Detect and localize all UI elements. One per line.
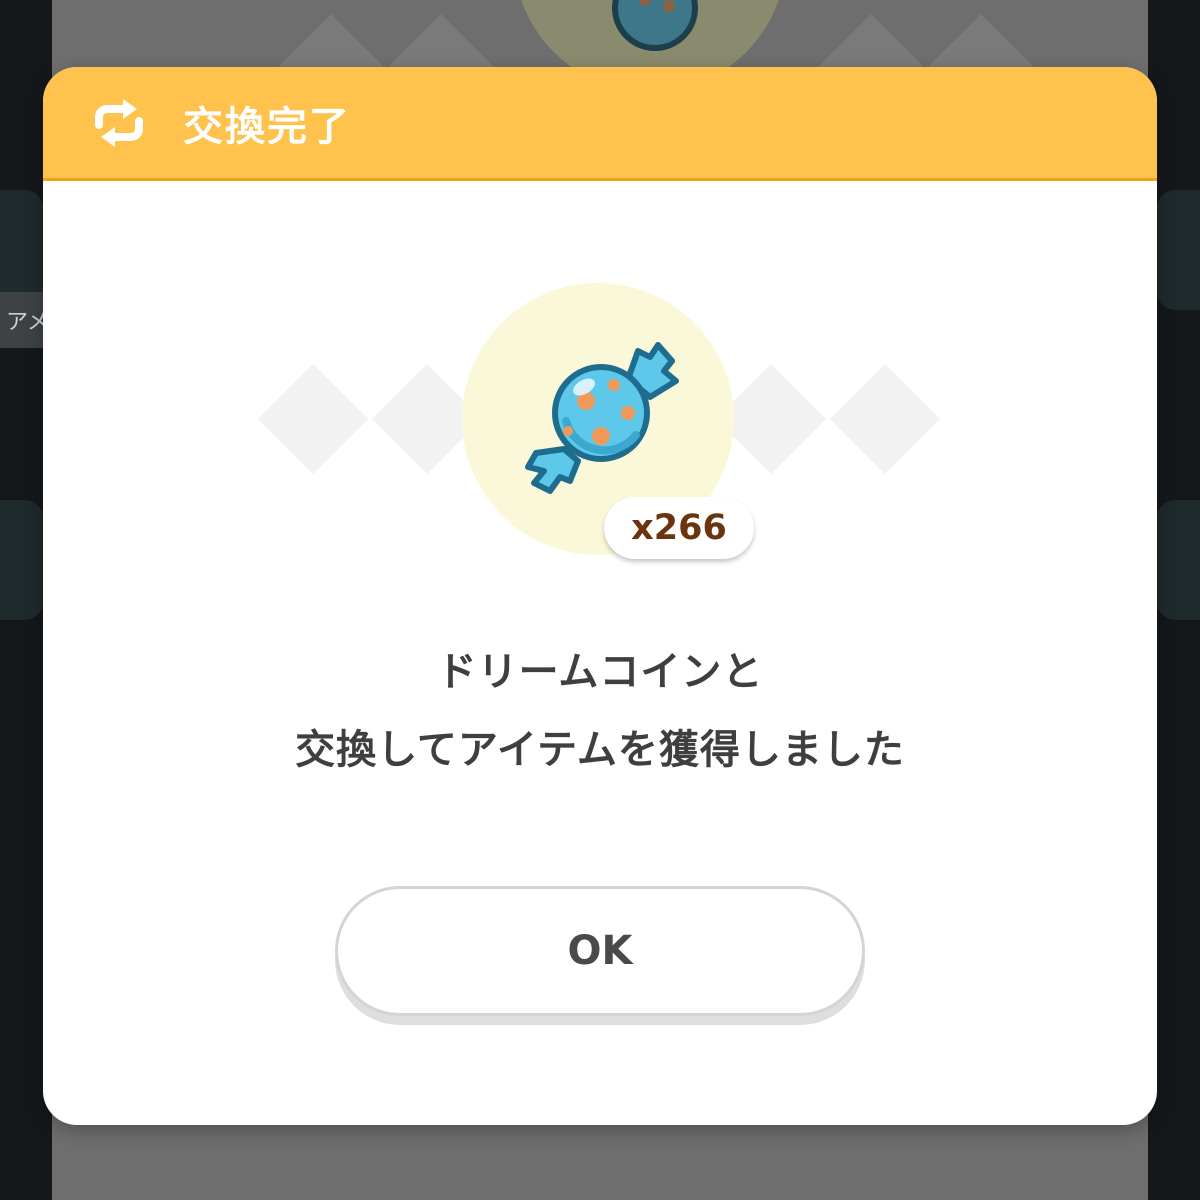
decorative-diamond xyxy=(829,363,941,475)
message-line-1: ドリームコインと xyxy=(436,649,764,695)
dialog-header: 交換完了 xyxy=(43,67,1157,181)
candy-icon xyxy=(525,342,679,494)
reward-item-area: x266 xyxy=(43,283,1157,573)
message-line-2: 交換してアイテムを獲得しました xyxy=(295,727,905,773)
dialog-title: 交換完了 xyxy=(183,103,351,150)
decorative-diamond xyxy=(257,363,369,475)
background-decoration xyxy=(1156,190,1200,310)
ok-button[interactable]: OK xyxy=(335,886,865,1016)
background-decoration xyxy=(0,500,44,620)
exchange-complete-dialog: 交換完了 x266 ドリームコインと 交換してアイテムを獲得しました OK xyxy=(43,67,1157,1125)
exchange-message: ドリームコインと 交換してアイテムを獲得しました xyxy=(43,633,1157,789)
item-count-badge: x266 xyxy=(604,497,754,559)
background-decoration xyxy=(1156,500,1200,620)
exchange-arrows-icon xyxy=(95,98,143,147)
background-candy-icon xyxy=(612,0,698,51)
